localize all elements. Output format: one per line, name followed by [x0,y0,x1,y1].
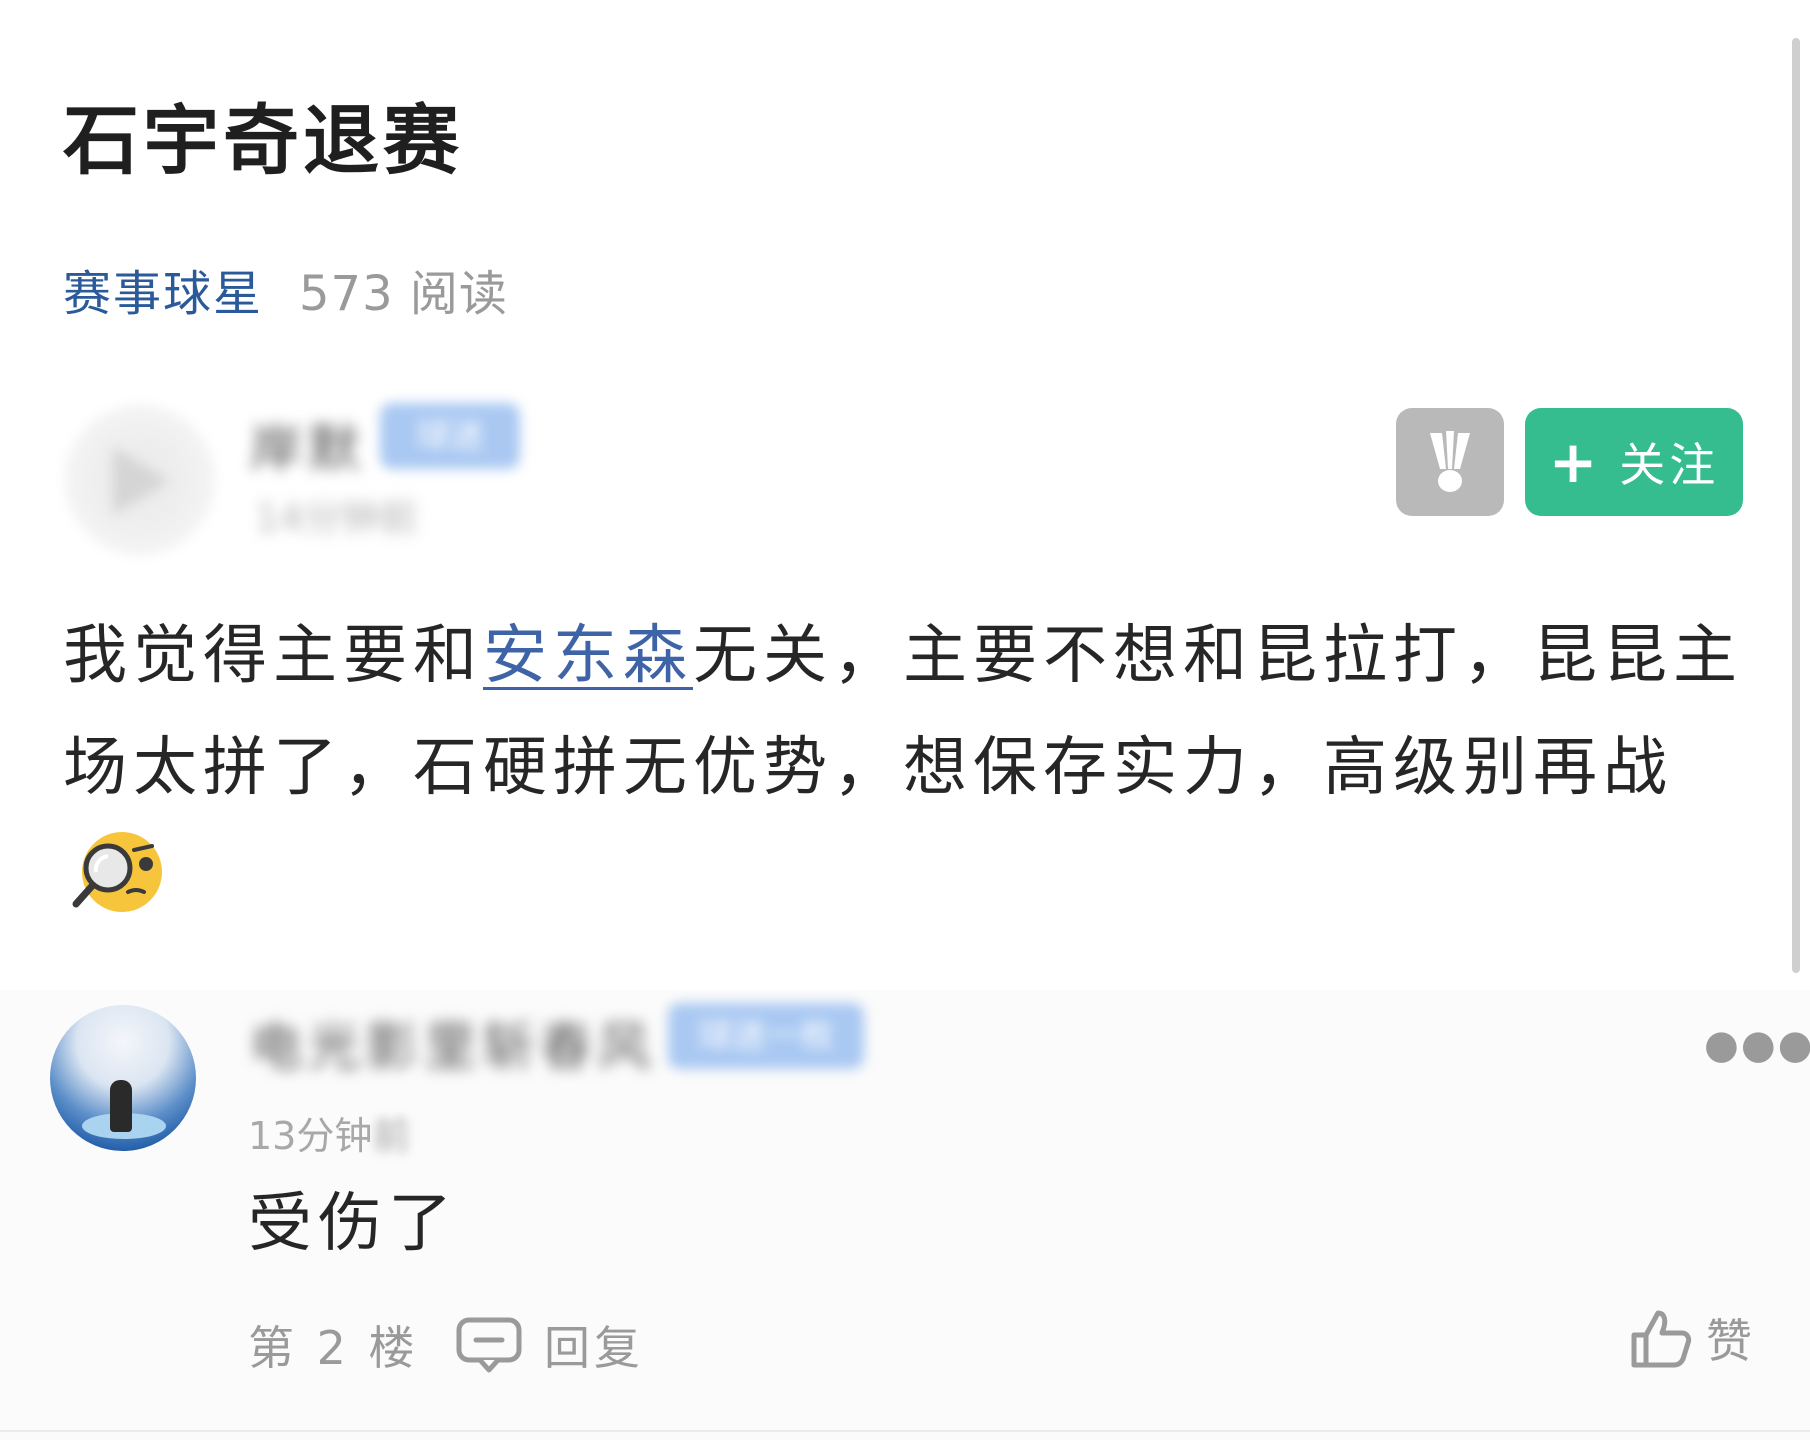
shuttlecock-icon [1430,431,1470,492]
post-body: 我觉得主要和安东森无关，主要不想和昆拉打，昆昆主场太拼了，石硬拼无优势，想保存实… [63,600,1743,824]
author-badge: 球迷 [380,403,520,469]
play-icon [113,447,169,515]
avatar-figure [110,1080,132,1132]
plus-icon: + [1548,428,1602,496]
follow-button[interactable]: + 关注 [1525,408,1743,516]
reply-time-visible: 13分钟 [248,1114,373,1158]
author-row: 岸默 球迷 14分钟前 + 关注 [55,395,1755,555]
search-emoji-icon [72,832,162,912]
reply-time: 13分钟前 [248,1105,410,1160]
reply-avatar[interactable] [50,1005,196,1151]
reply-time-blurred: 前 [372,1114,411,1158]
more-dots-icon[interactable]: ●●● [1704,1025,1810,1065]
reply-label: 回复 [544,1321,644,1375]
reply-author-name[interactable]: 电光影里斩春风 [250,1005,656,1080]
like-label: 赞 [1706,1314,1752,1368]
scrollbar[interactable] [1792,38,1800,973]
mention-link[interactable]: 安东森 [483,619,693,693]
post-detail-page: 石宇奇退赛 赛事球星 573 阅读 岸默 球迷 14分钟前 + 关注 我觉得主要和… [0,0,1810,1440]
bottom-divider [0,1430,1810,1432]
category-link[interactable]: 赛事球星 [63,266,263,322]
post-text-before: 我觉得主要和 [63,619,483,693]
reply-text: 受伤了 [248,1187,458,1261]
comment-icon [456,1317,522,1373]
reply-button[interactable]: 回复 [456,1312,644,1378]
thumbs-up-icon [1631,1310,1692,1368]
like-button[interactable]: 赞 [1630,1305,1752,1371]
author-name[interactable]: 岸默 [250,407,366,482]
reply-author-badge: 球迷一枚 [668,1003,864,1069]
shuttlecock-button[interactable] [1396,408,1504,516]
post-meta: 赛事球星 573 阅读 [63,266,508,324]
author-avatar[interactable] [65,405,215,555]
read-count: 573 阅读 [299,266,508,322]
author-post-time: 14分钟前 [255,496,418,540]
floor-number: 第 2 楼 [248,1321,419,1375]
follow-label: 关注 [1619,438,1720,492]
page-title: 石宇奇退赛 [63,96,463,185]
